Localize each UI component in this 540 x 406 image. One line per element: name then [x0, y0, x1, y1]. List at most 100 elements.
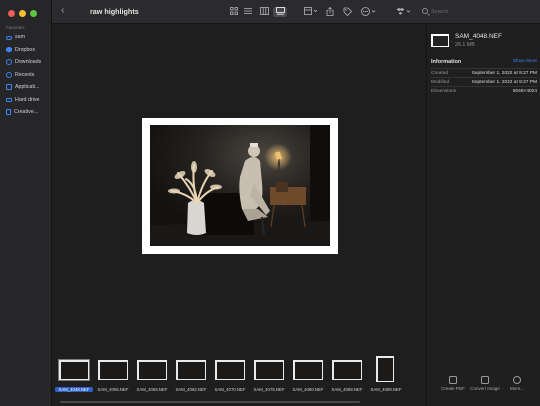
filmstrip-label: SAM_4089.NEF [370, 387, 402, 392]
sidebar-item-label: sam [15, 34, 26, 40]
search-field[interactable] [422, 7, 534, 17]
sidebar-item-label: Recents [15, 71, 35, 78]
thumbnail [58, 359, 90, 381]
thumbnail [332, 360, 362, 380]
thumbnail [293, 360, 323, 380]
filmstrip-item[interactable]: SAM_4075.NEF [250, 356, 288, 398]
info-key: Modified [431, 80, 450, 85]
action-label: More... [509, 386, 524, 391]
show-more-link[interactable]: Show More [513, 59, 537, 64]
close-button[interactable] [8, 10, 15, 17]
sidebar-item-applications[interactable]: Applicati... [4, 81, 50, 93]
filmstrip-label: SAM_4059.NEF [136, 387, 168, 392]
gallery-preview [52, 24, 426, 342]
dropbox-icon [6, 46, 12, 53]
tag-icon[interactable] [342, 7, 352, 17]
finder-window: Favorites sam Dropbox Downloads Recents … [0, 0, 540, 406]
sidebar-item-dropbox[interactable]: Dropbox [4, 44, 50, 56]
group-icon[interactable] [303, 7, 319, 17]
toolbar: ‹ raw highlights [52, 0, 540, 24]
sidebar-item-label: Applicati... [15, 84, 40, 90]
document-icon [6, 109, 11, 115]
inspector-thumbnail [431, 34, 449, 47]
list-view-icon[interactable] [241, 7, 255, 17]
filmstrip-label: SAM_4075.NEF [253, 387, 285, 392]
create-pdf-button[interactable]: Create PDF [438, 376, 468, 392]
drive-icon [6, 97, 12, 102]
thumbnail [137, 360, 167, 380]
filmstrip-label: SAM_4048.NEF [55, 387, 93, 392]
action-label: Create PDF [441, 386, 465, 391]
filmstrip-item[interactable]: SAM_4059.NEF [133, 356, 171, 398]
preview-image-frame[interactable] [142, 118, 338, 254]
sidebar-section-favorites: Favorites [6, 25, 25, 30]
minimize-button[interactable] [19, 10, 26, 17]
sidebar-item-label: Dropbox [15, 46, 36, 53]
thumbnail [215, 360, 245, 380]
thumbnail [98, 360, 128, 380]
column-view-icon[interactable] [257, 7, 271, 17]
filmstrip-item[interactable]: SAM_4089.NEF [367, 356, 405, 398]
filmstrip-item[interactable]: SAM_4088.NEF [328, 356, 366, 398]
filmstrip-label: SAM_4070.NEF [214, 387, 246, 392]
pdf-icon [449, 376, 457, 384]
dropbox-menu-icon[interactable] [395, 7, 413, 17]
filmstrip-item[interactable]: SAM_4080.NEF [289, 356, 327, 398]
scrollbar-thumb[interactable] [60, 401, 360, 403]
more-icon [513, 376, 521, 384]
window-controls [8, 10, 37, 17]
preview-photo [150, 125, 330, 246]
sidebar-item-downloads[interactable]: Downloads [4, 56, 50, 68]
info-key: Dimensions [431, 89, 457, 94]
inspector-file-size: 26.1 MB [455, 42, 475, 48]
filmstrip-item[interactable]: SAM_4048.NEF [55, 356, 93, 398]
filmstrip: SAM_4048.NEF SAM_4056.NEF SAM_4059.NEF S… [52, 342, 426, 406]
applications-icon [6, 84, 12, 90]
info-row-dimensions: Dimensions 6048×4024 [431, 86, 537, 95]
search-icon [422, 8, 428, 14]
info-row-modified: Modified September 1, 2022 at 9:27 PM [431, 77, 537, 86]
gallery-view-icon[interactable] [273, 7, 287, 17]
share-icon[interactable] [325, 6, 335, 17]
information-heading: Information [431, 59, 462, 65]
more-actions-button[interactable]: More... [502, 376, 532, 392]
thumbnail [254, 360, 284, 380]
zoom-button[interactable] [30, 10, 37, 17]
sidebar-item-label: Creative... [14, 109, 39, 115]
window-title: raw highlights [90, 7, 139, 16]
convert-image-button[interactable]: Convert Image [470, 376, 500, 392]
quick-actions: Create PDF Convert Image More... [427, 376, 540, 406]
icon-view-icon[interactable] [227, 7, 241, 17]
sidebar-item-recents[interactable]: Recents [4, 69, 50, 81]
filmstrip-item[interactable]: SAM_4062.NEF [172, 356, 210, 398]
sidebar-item-sam[interactable]: sam [4, 31, 50, 43]
convert-image-icon [481, 376, 489, 384]
sidebar-list: sam Dropbox Downloads Recents Applicati.… [4, 31, 50, 119]
sidebar-item-label: Downloads [15, 59, 42, 65]
info-row-created: Created September 1, 2022 at 9:27 PM [431, 68, 537, 77]
sidebar-item-hard-drive[interactable]: Hard drive [4, 94, 50, 106]
info-value: September 1, 2022 at 9:27 PM [471, 71, 537, 76]
thumbnail [176, 360, 206, 380]
filmstrip-label: SAM_4062.NEF [175, 387, 207, 392]
filmstrip-scrollbar[interactable] [60, 401, 360, 404]
thumbnail [376, 356, 394, 382]
search-input[interactable] [431, 7, 531, 16]
filmstrip-item[interactable]: SAM_4056.NEF [94, 356, 132, 398]
inspector-file-name: SAM_4048.NEF [455, 33, 502, 40]
action-label: Convert Image [470, 386, 500, 391]
inspector-panel: SAM_4048.NEF 26.1 MB Information Show Mo… [426, 24, 540, 406]
sidebar: Favorites sam Dropbox Downloads Recents … [0, 0, 52, 406]
filmstrip-item[interactable]: SAM_4070.NEF [211, 356, 249, 398]
action-icon[interactable] [360, 7, 378, 17]
cloud-icon [6, 35, 12, 40]
info-key: Created [431, 71, 449, 76]
downloads-icon [6, 59, 12, 65]
sidebar-item-creative[interactable]: Creative... [4, 106, 50, 118]
filmstrip-label: SAM_4088.NEF [331, 387, 363, 392]
clock-icon [6, 71, 12, 78]
info-value: September 1, 2022 at 9:27 PM [471, 80, 537, 85]
filmstrip-label: SAM_4080.NEF [292, 387, 324, 392]
back-button[interactable]: ‹ [61, 5, 64, 16]
filmstrip-label: SAM_4056.NEF [97, 387, 129, 392]
